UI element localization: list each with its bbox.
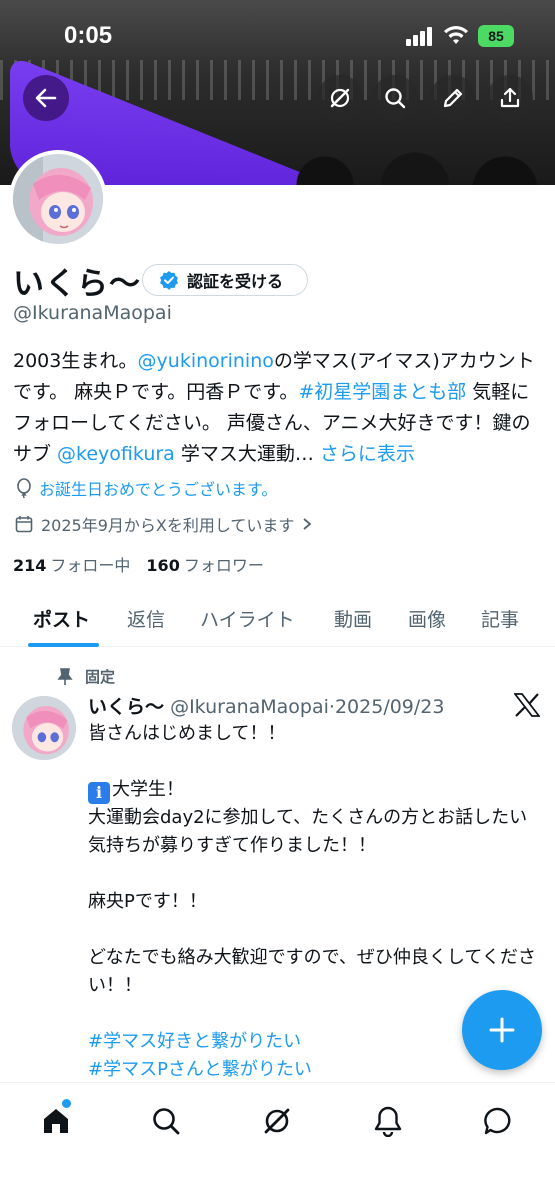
banner-crowd [295,125,555,185]
post-line: 皆さんはじめまして！！ [88,723,286,744]
profile-avatar-frame[interactable] [9,150,107,248]
active-tab-indicator [28,643,99,647]
profile-bio: 2003生まれ。@yukinorininoの学マス(アイマス)アカウントです。 … [13,346,543,470]
nav-home[interactable] [36,1099,76,1141]
show-more-link[interactable]: さらに表示 [320,443,415,465]
bio-text: 2003生まれ。 [13,350,138,372]
post-line [88,748,538,776]
home-icon [44,1109,68,1133]
pin-icon [57,667,73,685]
post-hashtag-link[interactable]: #学マスPさんと繋がりたい [88,1056,538,1084]
joined-text: 2025年9月からXを利用しています [41,516,295,535]
edit-button[interactable] [430,75,476,121]
following-link[interactable]: 214 フォロー中 [13,552,130,576]
post-line [88,860,538,888]
post-line: どなたでも絡み大歓迎ですので、ぜひ仲良くしてください！！ [88,947,536,996]
follow-stats: 214 フォロー中 160 フォロワー [13,552,264,576]
post-line-text: 大学生！ [112,779,184,800]
grok-button[interactable] [317,75,363,121]
tab-highlights[interactable]: ハイライト [200,605,295,632]
post-line: 麻央Pです！！ [88,891,207,912]
bio-mention-link[interactable]: @yukinorinino [138,350,274,372]
share-icon [500,87,520,108]
bio-hashtag-link[interactable]: #初星学園まとも部 [298,381,466,403]
birthday-text: お誕生日おめでとうございます。 [39,480,278,499]
post-line [88,916,538,944]
status-bar: 0:05 85 [0,0,555,62]
balloon-icon [17,478,31,498]
notification-dot [62,1099,71,1108]
pinned-text: 固定 [85,668,116,686]
tab-images[interactable]: 画像 [408,605,446,632]
joined-row[interactable]: 2025年9月からXを利用しています [15,512,312,536]
display-name: いくら〜 [13,266,141,302]
bell-icon [374,1106,402,1137]
search-button[interactable] [372,75,418,121]
chevron-right-icon [303,518,312,530]
nav-messages[interactable] [478,1101,518,1141]
pinned-label: 固定 [57,666,115,687]
nav-grok[interactable] [257,1101,297,1141]
tab-replies[interactable]: 返信 [127,605,165,632]
profile-handle: @IkuranaMaopai [13,302,172,324]
nav-search[interactable] [146,1101,186,1141]
followers-count: 160 [146,556,180,575]
post-author-name[interactable]: いくら〜 [88,696,164,718]
followers-link[interactable]: 160 フォロワー [146,552,263,576]
post-header: いくら〜 @IkuranaMaopai·2025/09/23 [88,692,444,719]
messages-icon [484,1107,511,1135]
get-verified-button[interactable]: 認証を受ける [142,264,308,296]
nav-notifications[interactable] [368,1101,408,1141]
following-count: 214 [13,556,47,575]
info-emoji-icon: i [88,782,110,804]
battery-indicator: 85 [478,25,514,47]
post-avatar[interactable] [12,696,76,760]
bottom-nav [0,1082,555,1200]
post-author-handle[interactable]: @IkuranaMaopai [170,696,329,718]
search-icon [153,1108,180,1135]
profile-tabs: ポスト 返信 ハイライト 動画 画像 記事 [0,597,555,647]
avatar [13,154,103,244]
post-date[interactable]: 2025/09/23 [335,696,445,718]
tab-videos[interactable]: 動画 [334,605,372,632]
tab-posts[interactable]: ポスト [33,605,90,632]
calendar-icon [15,516,33,533]
compose-button[interactable] [462,990,542,1070]
plus-icon [489,1017,515,1043]
status-time: 0:05 [64,22,113,49]
followers-label: フォロワー [183,556,264,575]
search-icon [385,88,406,109]
back-button[interactable] [23,75,69,121]
x-logo-icon [514,693,540,717]
share-button[interactable] [487,75,533,121]
following-label: フォロー中 [50,556,131,575]
bio-mention-link[interactable]: @keyofikura [57,443,175,465]
birthday-row[interactable]: お誕生日おめでとうございます。 [15,476,277,500]
grok-icon [330,88,350,108]
get-verified-label: 認証を受ける [187,272,284,291]
post-line: 大運動会day2に参加して、たくさんの方とお話したい気持ちが募りすぎて作りました… [88,807,528,856]
grok-icon [264,1108,290,1134]
verified-badge-icon [160,271,178,290]
pencil-icon [443,88,463,108]
tab-articles[interactable]: 記事 [481,605,519,632]
signal-icon [406,26,434,46]
wifi-icon [444,26,468,44]
arrow-left-icon [35,88,57,108]
bio-text: 学マス大運動… [174,443,320,465]
post-line: i 大学生！ [88,776,538,804]
